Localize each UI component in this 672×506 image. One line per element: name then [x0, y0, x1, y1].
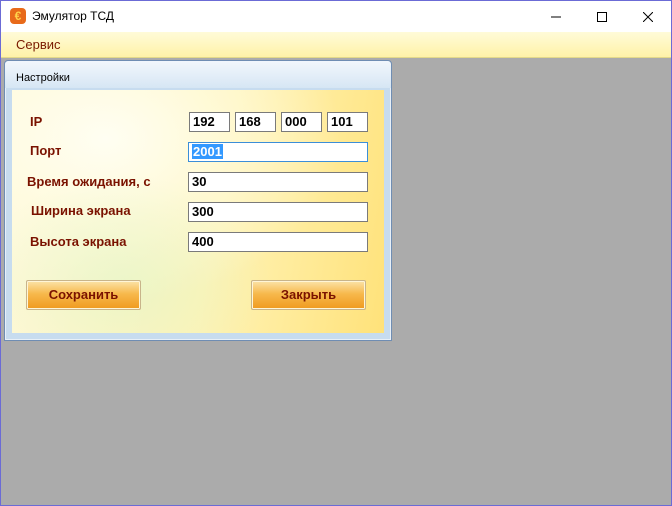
screen-height-input[interactable]: 400: [188, 232, 368, 252]
menu-bar: Сервис: [1, 32, 671, 58]
ip-label: IP: [30, 114, 43, 129]
close-button[interactable]: Закрыть: [251, 280, 366, 310]
close-window-button[interactable]: [625, 1, 671, 32]
port-input[interactable]: 2001: [188, 142, 368, 162]
main-window: € Эмулятор ТСД Сервис Настройки IP 192 1…: [0, 0, 672, 506]
menu-item-service[interactable]: Сервис: [9, 32, 68, 57]
settings-title-bar[interactable]: Настройки: [5, 61, 391, 88]
mdi-workspace: Настройки IP 192 168 000 101 Порт 2001 В…: [1, 58, 671, 505]
save-button[interactable]: Сохранить: [26, 280, 141, 310]
maximize-icon: [597, 11, 607, 22]
screen-width-label: Ширина экрана: [31, 203, 131, 218]
title-bar: € Эмулятор ТСД: [1, 1, 671, 32]
screen-height-label: Высота экрана: [30, 234, 127, 249]
settings-window: Настройки IP 192 168 000 101 Порт 2001 В…: [4, 60, 392, 341]
screen-width-input[interactable]: 300: [188, 202, 368, 222]
settings-panel: IP 192 168 000 101 Порт 2001 Время ожида…: [12, 90, 384, 333]
ip-octet-3-input[interactable]: 000: [281, 112, 322, 132]
app-icon[interactable]: €: [10, 8, 26, 24]
settings-window-title: Настройки: [16, 72, 70, 84]
ip-octet-2-input[interactable]: 168: [235, 112, 276, 132]
port-value: 2001: [192, 144, 223, 159]
maximize-button[interactable]: [579, 1, 625, 32]
close-icon: [643, 11, 653, 22]
minimize-icon: [551, 16, 561, 17]
ip-octet-1-input[interactable]: 192: [189, 112, 230, 132]
ip-octet-4-input[interactable]: 101: [327, 112, 368, 132]
minimize-button[interactable]: [533, 1, 579, 32]
port-label: Порт: [30, 143, 62, 158]
timeout-label: Время ожидания, с: [27, 174, 151, 189]
window-title: Эмулятор ТСД: [32, 9, 115, 23]
timeout-input[interactable]: 30: [188, 172, 368, 192]
